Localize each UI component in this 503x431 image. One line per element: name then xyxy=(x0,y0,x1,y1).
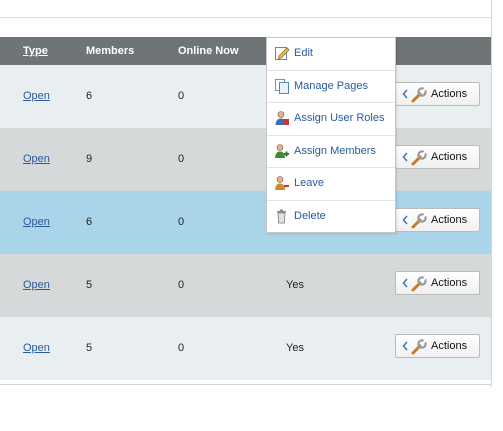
menu-item-label: Manage Pages xyxy=(294,79,368,92)
menu-item-assign-members[interactable]: Assign Members xyxy=(267,136,395,168)
actions-button[interactable]: Actions xyxy=(395,271,480,295)
menu-item-edit[interactable]: Edit xyxy=(267,38,395,71)
table-row: Open 5 0 Yes Actions xyxy=(0,317,491,380)
members-count: 6 xyxy=(86,90,93,102)
members-count: 5 xyxy=(86,342,93,354)
actions-button[interactable]: Actions xyxy=(395,145,480,169)
wrench-icon xyxy=(411,339,427,355)
type-link[interactable]: Open xyxy=(23,216,50,228)
menu-item-assign-user-roles[interactable]: Assign User Roles xyxy=(267,103,395,136)
chevron-left-icon xyxy=(402,152,408,162)
menu-item-label: Leave xyxy=(294,177,324,189)
actions-label: Actions xyxy=(431,214,468,226)
type-link[interactable]: Open xyxy=(23,279,50,291)
table-row: Open 9 0 Actions xyxy=(0,128,491,191)
menu-item-label: Assign User Roles xyxy=(294,112,385,124)
column-online-header: Online Now xyxy=(178,45,239,57)
edit-icon xyxy=(275,47,290,60)
chevron-left-icon xyxy=(402,89,408,99)
wrench-icon xyxy=(411,87,427,103)
actions-button[interactable]: Actions xyxy=(395,208,480,232)
actions-label: Actions xyxy=(431,340,468,352)
top-strip xyxy=(0,0,491,18)
online-count: 0 xyxy=(178,342,185,354)
menu-item-label: Assign Members xyxy=(294,144,376,157)
actions-button[interactable]: Actions xyxy=(395,82,480,106)
table-bottom-border xyxy=(0,384,491,385)
members-icon xyxy=(275,143,289,158)
actions-label: Actions xyxy=(431,88,468,100)
column-members-header: Members xyxy=(86,45,135,57)
flag-value: Yes xyxy=(286,279,304,291)
table-row: Open 6 0 Actions xyxy=(0,191,491,254)
sites-table: Type Members Online Now Open 6 0 Actions… xyxy=(0,37,491,380)
actions-label: Actions xyxy=(431,151,468,163)
members-count: 6 xyxy=(86,216,93,228)
wrench-icon xyxy=(411,150,427,166)
menu-item-manage-pages[interactable]: Manage Pages xyxy=(267,71,395,103)
online-count: 0 xyxy=(178,279,185,291)
type-link[interactable]: Open xyxy=(23,153,50,165)
online-count: 0 xyxy=(178,153,185,165)
trash-icon xyxy=(277,209,286,223)
actions-label: Actions xyxy=(431,277,468,289)
actions-button[interactable]: Actions xyxy=(395,334,480,358)
chevron-left-icon xyxy=(402,278,408,288)
table-row: Open 5 0 Yes Actions xyxy=(0,254,491,317)
type-link[interactable]: Open xyxy=(23,90,50,102)
menu-item-leave[interactable]: Leave xyxy=(267,168,395,201)
menu-item-label: Edit xyxy=(294,47,313,59)
members-count: 9 xyxy=(86,153,93,165)
members-count: 5 xyxy=(86,279,93,291)
table-header: Type Members Online Now xyxy=(0,37,491,65)
wrench-icon xyxy=(411,213,427,229)
chevron-left-icon xyxy=(402,215,408,225)
right-divider xyxy=(491,0,492,387)
column-type-header[interactable]: Type xyxy=(23,45,48,57)
online-count: 0 xyxy=(178,90,185,102)
menu-item-label: Delete xyxy=(294,209,326,222)
actions-dropdown-menu: Edit Manage Pages Assign User Roles Assi… xyxy=(266,37,396,233)
menu-item-delete[interactable]: Delete xyxy=(267,201,395,234)
flag-value: Yes xyxy=(286,342,304,354)
table-row: Open 6 0 Actions xyxy=(0,65,491,128)
pages-icon xyxy=(275,78,289,94)
chevron-left-icon xyxy=(402,341,408,351)
type-link[interactable]: Open xyxy=(23,342,50,354)
leave-icon xyxy=(275,176,289,190)
wrench-icon xyxy=(411,276,427,292)
user-roles-icon xyxy=(275,111,289,125)
online-count: 0 xyxy=(178,216,185,228)
